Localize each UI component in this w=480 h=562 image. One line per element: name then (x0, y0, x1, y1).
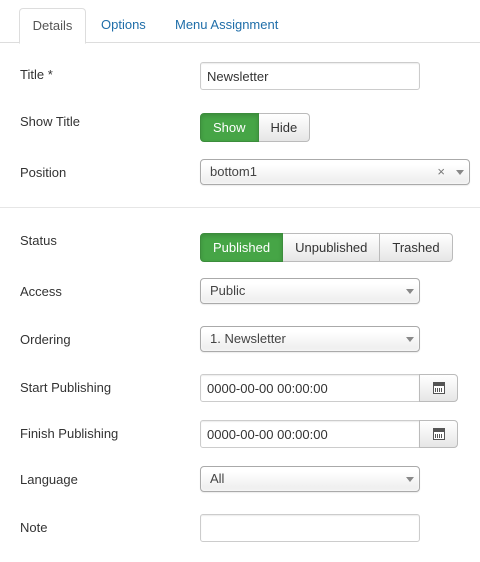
section-divider (0, 207, 480, 208)
calendar-icon (433, 382, 445, 394)
calendar-icon (433, 428, 445, 440)
language-select[interactable]: All (200, 466, 420, 492)
unpublished-button[interactable]: Unpublished (283, 233, 381, 262)
chevron-down-icon (406, 289, 414, 294)
start-publishing-calendar-button[interactable] (419, 374, 458, 402)
language-label: Language (20, 472, 78, 487)
show-title-toggle: Show Hide (200, 113, 311, 142)
start-publishing-input[interactable] (200, 374, 420, 402)
chevron-down-icon (406, 477, 414, 482)
show-button[interactable]: Show (200, 113, 259, 142)
tab-details[interactable]: Details (19, 8, 86, 44)
status-label: Status (20, 233, 57, 248)
access-select[interactable]: Public (200, 278, 420, 304)
title-input[interactable] (200, 62, 420, 90)
ordering-select[interactable]: 1. Newsletter (200, 326, 420, 352)
position-value: bottom1 (210, 164, 257, 179)
access-label: Access (20, 284, 62, 299)
chevron-down-icon (456, 170, 464, 175)
finish-publishing-label: Finish Publishing (20, 426, 119, 441)
status-toggle: Published Unpublished Trashed (200, 233, 453, 262)
position-label: Position (20, 165, 67, 180)
position-select[interactable]: bottom1 × (200, 159, 470, 185)
finish-publishing-input[interactable] (200, 420, 420, 448)
note-label: Note (20, 520, 48, 535)
tab-bar: Details Options Menu Assignment (0, 0, 480, 44)
published-button[interactable]: Published (200, 233, 284, 262)
note-input[interactable] (200, 514, 420, 542)
tab-menu-assignment[interactable]: Menu Assignment (175, 8, 278, 44)
trashed-button[interactable]: Trashed (380, 233, 453, 262)
ordering-label: Ordering (20, 332, 71, 347)
finish-publishing-calendar-button[interactable] (419, 420, 458, 448)
chevron-down-icon (406, 337, 414, 342)
start-publishing-label: Start Publishing (20, 380, 112, 395)
show-title-label: Show Title (20, 114, 80, 129)
title-label: Title * (20, 67, 53, 82)
tab-options[interactable]: Options (101, 8, 146, 44)
hide-button[interactable]: Hide (258, 113, 311, 142)
language-value: All (210, 471, 225, 486)
ordering-value: 1. Newsletter (210, 331, 286, 346)
access-value: Public (210, 283, 246, 298)
clear-icon[interactable]: × (437, 160, 445, 184)
